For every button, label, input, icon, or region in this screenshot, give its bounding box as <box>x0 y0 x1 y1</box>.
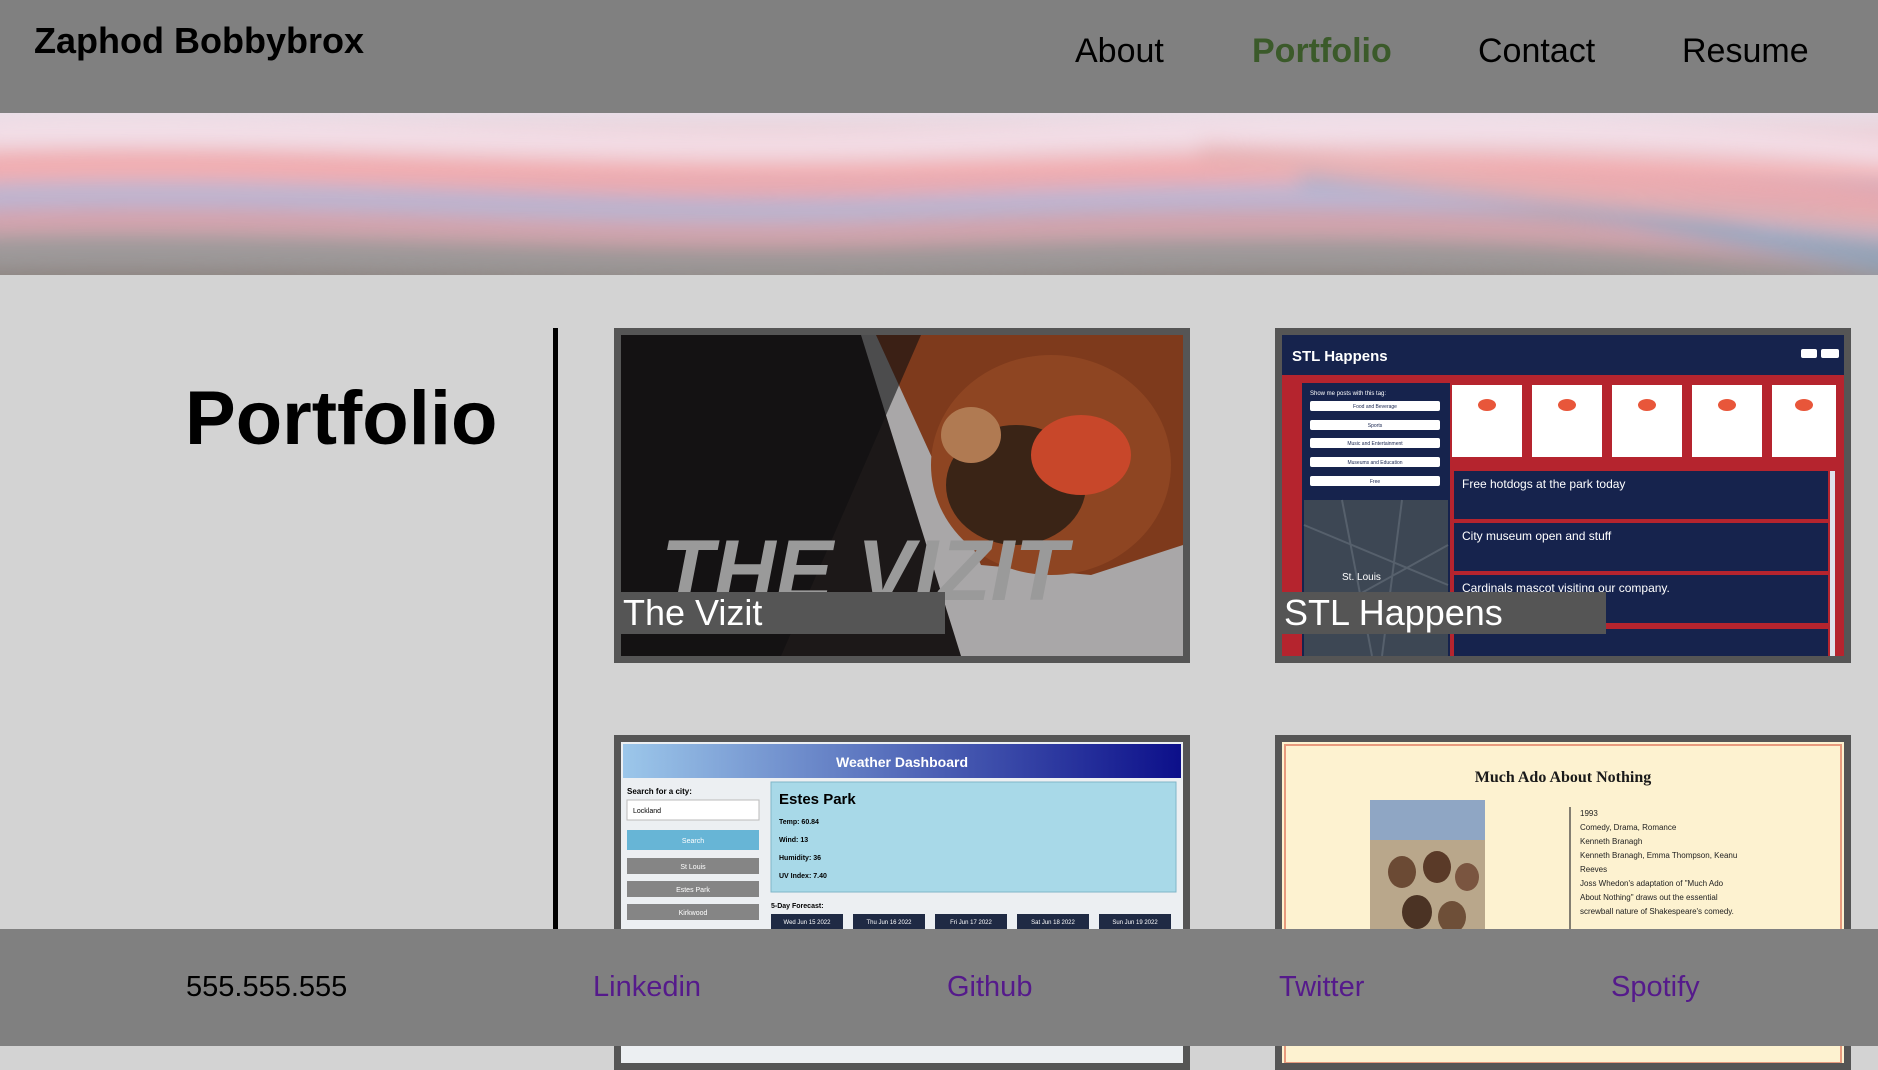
nav-link-contact[interactable]: Contact <box>1478 32 1595 71</box>
site-footer: 555.555.555 Linkedin Github Twitter Spot… <box>0 929 1878 1046</box>
svg-text:Sports: Sports <box>1368 423 1383 429</box>
site-brand: Zaphod Bobbybrox <box>34 20 364 61</box>
svg-text:1993: 1993 <box>1580 809 1598 818</box>
svg-text:Food and Beverage: Food and Beverage <box>1353 404 1397 410</box>
svg-text:Kenneth Branagh: Kenneth Branagh <box>1580 837 1642 846</box>
weather-thumb-title: Weather Dashboard <box>836 754 968 770</box>
stl-thumb-title: STL Happens <box>1292 348 1388 365</box>
footer-phone: 555.555.555 <box>186 971 348 1003</box>
svg-text:Lockland: Lockland <box>633 808 661 815</box>
svg-text:Music and Entertainment: Music and Entertainment <box>1347 441 1403 447</box>
svg-text:UV Index: 7.40: UV Index: 7.40 <box>779 873 827 880</box>
stl-thumb-map-city: St. Louis <box>1342 572 1381 583</box>
svg-text:Sun Jun 19 2022: Sun Jun 19 2022 <box>1112 920 1158 926</box>
svg-text:5-Day Forecast:: 5-Day Forecast: <box>771 903 824 910</box>
nav-link-resume[interactable]: Resume <box>1682 32 1809 71</box>
footer-link-github[interactable]: Github <box>947 971 1032 1004</box>
svg-text:Joss Whedon's adaptation of "M: Joss Whedon's adaptation of "Much Ado <box>1580 879 1724 888</box>
footer-link-twitter[interactable]: Twitter <box>1279 971 1364 1004</box>
footer-link-linkedin[interactable]: Linkedin <box>593 971 701 1004</box>
svg-text:Search: Search <box>682 838 704 845</box>
svg-text:Fri Jun 17 2022: Fri Jun 17 2022 <box>950 920 992 926</box>
svg-text:Search for a city:: Search for a city: <box>627 787 692 796</box>
footer-link-spotify[interactable]: Spotify <box>1611 971 1700 1004</box>
svg-text:Wed Jun 15 2022: Wed Jun 15 2022 <box>784 920 832 926</box>
site-header: Zaphod Bobbybrox About Portfolio Contact… <box>0 0 1878 113</box>
project-card-the-vizit[interactable]: THE VIZIT The Vizit <box>614 328 1190 663</box>
stl-thumb-post-1: Free hotdogs at the park today <box>1462 477 1625 491</box>
svg-text:Estes Park: Estes Park <box>676 887 710 894</box>
page-title: Portfolio <box>185 376 498 461</box>
svg-text:About Nothing" draws out the e: About Nothing" draws out the essential <box>1580 893 1718 902</box>
portfolio-section: Portfolio THE VIZIT The Vizit STL Happen… <box>0 275 1878 1070</box>
svg-text:Reeves: Reeves <box>1580 865 1607 874</box>
stl-thumb-post-2: City museum open and stuff <box>1462 529 1612 543</box>
weather-thumb-city: Estes Park <box>779 791 856 808</box>
svg-text:Kenneth Branagh, Emma Thompson: Kenneth Branagh, Emma Thompson, Keanu <box>1580 851 1737 860</box>
nav-link-about[interactable]: About <box>1075 32 1164 71</box>
svg-text:screwball nature of Shakespear: screwball nature of Shakespeare's comedy… <box>1580 907 1734 916</box>
nav-link-portfolio[interactable]: Portfolio <box>1252 32 1392 71</box>
svg-text:Temp: 60.84: Temp: 60.84 <box>779 819 819 826</box>
much-ado-thumb-title: Much Ado About Nothing <box>1475 769 1652 786</box>
svg-text:Museums and Education: Museums and Education <box>1347 460 1402 466</box>
svg-text:Free: Free <box>1370 479 1381 485</box>
svg-text:Kirkwood: Kirkwood <box>679 910 708 917</box>
svg-text:Show me posts with this tag:: Show me posts with this tag: <box>1310 391 1386 397</box>
hero-banner-image <box>0 113 1878 275</box>
svg-text:Comedy, Drama, Romance: Comedy, Drama, Romance <box>1580 823 1677 832</box>
svg-text:St Louis: St Louis <box>680 864 706 871</box>
project-label-stl-happens: STL Happens <box>1282 592 1606 634</box>
svg-text:Thu Jun 16 2022: Thu Jun 16 2022 <box>866 920 912 926</box>
project-card-stl-happens[interactable]: STL Happens Show me posts with this tag:… <box>1275 328 1851 663</box>
svg-text:Sat Jun 18 2022: Sat Jun 18 2022 <box>1031 920 1075 926</box>
svg-text:Wind: 13: Wind: 13 <box>779 837 808 844</box>
svg-text:Humidity: 36: Humidity: 36 <box>779 855 821 862</box>
section-divider <box>553 328 558 929</box>
project-label-the-vizit: The Vizit <box>621 592 945 634</box>
